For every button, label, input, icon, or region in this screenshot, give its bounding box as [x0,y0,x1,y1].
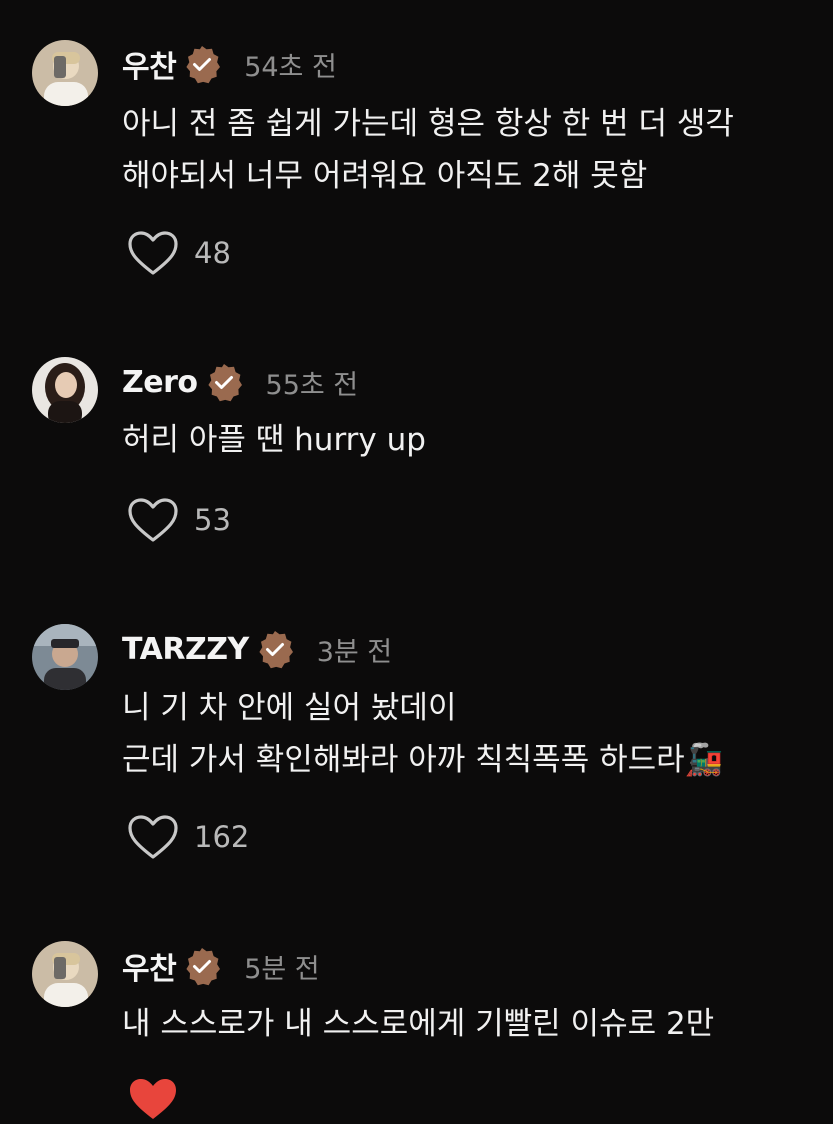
verified-badge-icon [186,948,221,986]
timestamp: 55초 전 [265,369,359,401]
verified-badge-icon [207,364,242,402]
comment-header: 우찬 54초 전 [122,42,337,86]
like-control: 48 [126,228,231,278]
verified-badge-icon [186,46,221,84]
heart-icon[interactable] [126,496,180,544]
like-control [126,1074,194,1124]
heart-filled-icon[interactable] [126,1075,180,1123]
like-count: 162 [194,820,250,854]
avatar[interactable] [32,40,98,106]
username[interactable]: Zero [122,365,198,400]
username[interactable]: TARZZY [122,632,249,667]
avatar[interactable] [32,357,98,423]
comment-header: TARZZY 3분 전 [122,627,392,671]
timestamp: 3분 전 [316,636,393,668]
timestamp: 54초 전 [244,51,337,83]
heart-icon[interactable] [126,813,180,861]
username[interactable]: 우찬 [122,944,177,988]
avatar[interactable] [32,941,98,1007]
comment-header: Zero 55초 전 [122,360,358,404]
comment-text: 내 스스로가 내 스스로에게 기빨린 이슈로 2만 [122,1006,715,1042]
like-control: 53 [126,495,231,545]
avatar[interactable] [32,624,98,690]
comment-text: 니 기 차 안에 실어 놨데이 근데 가서 확인해봐라 아까 칙칙폭폭 하드라🚂 [122,690,724,778]
like-count: 48 [194,236,231,270]
heart-icon[interactable] [126,229,180,277]
timestamp: 5분 전 [244,953,320,985]
verified-badge-icon [259,631,293,669]
comment-text: 허리 아플 땐 hurry up [122,422,426,458]
comment-text: 아니 전 좀 쉽게 가는데 형은 항상 한 번 더 생각 해야되서 너무 어려워… [122,106,734,194]
like-control: 162 [126,812,249,862]
username[interactable]: 우찬 [122,42,177,86]
like-count: 53 [194,503,231,537]
comment-header: 우찬 5분 전 [122,944,320,988]
